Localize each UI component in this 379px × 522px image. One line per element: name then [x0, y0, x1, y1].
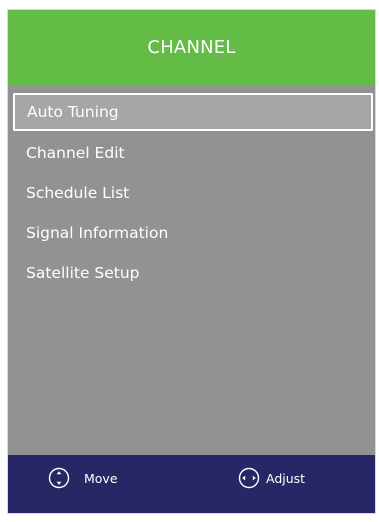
menu-footer: Move Adjust [8, 455, 375, 513]
menu-list: Auto Tuning Channel Edit Schedule List S… [8, 93, 375, 293]
menu-item-schedule-list[interactable]: Schedule List [8, 173, 375, 213]
left-right-arrows-icon [238, 467, 260, 489]
menu-title: CHANNEL [147, 37, 236, 58]
menu-item-signal-information[interactable]: Signal Information [8, 213, 375, 253]
adjust-hint: Adjust [238, 467, 305, 489]
channel-menu-panel: CHANNEL Auto Tuning Channel Edit Schedul… [7, 9, 376, 514]
menu-header: CHANNEL [8, 10, 375, 85]
menu-item-auto-tuning[interactable]: Auto Tuning [13, 93, 373, 131]
adjust-label: Adjust [266, 470, 306, 486]
up-down-arrows-icon [48, 467, 70, 489]
menu-item-channel-edit[interactable]: Channel Edit [8, 133, 375, 173]
move-hint: Move [48, 467, 118, 489]
move-label: Move [84, 470, 118, 486]
menu-item-satellite-setup[interactable]: Satellite Setup [8, 253, 375, 293]
